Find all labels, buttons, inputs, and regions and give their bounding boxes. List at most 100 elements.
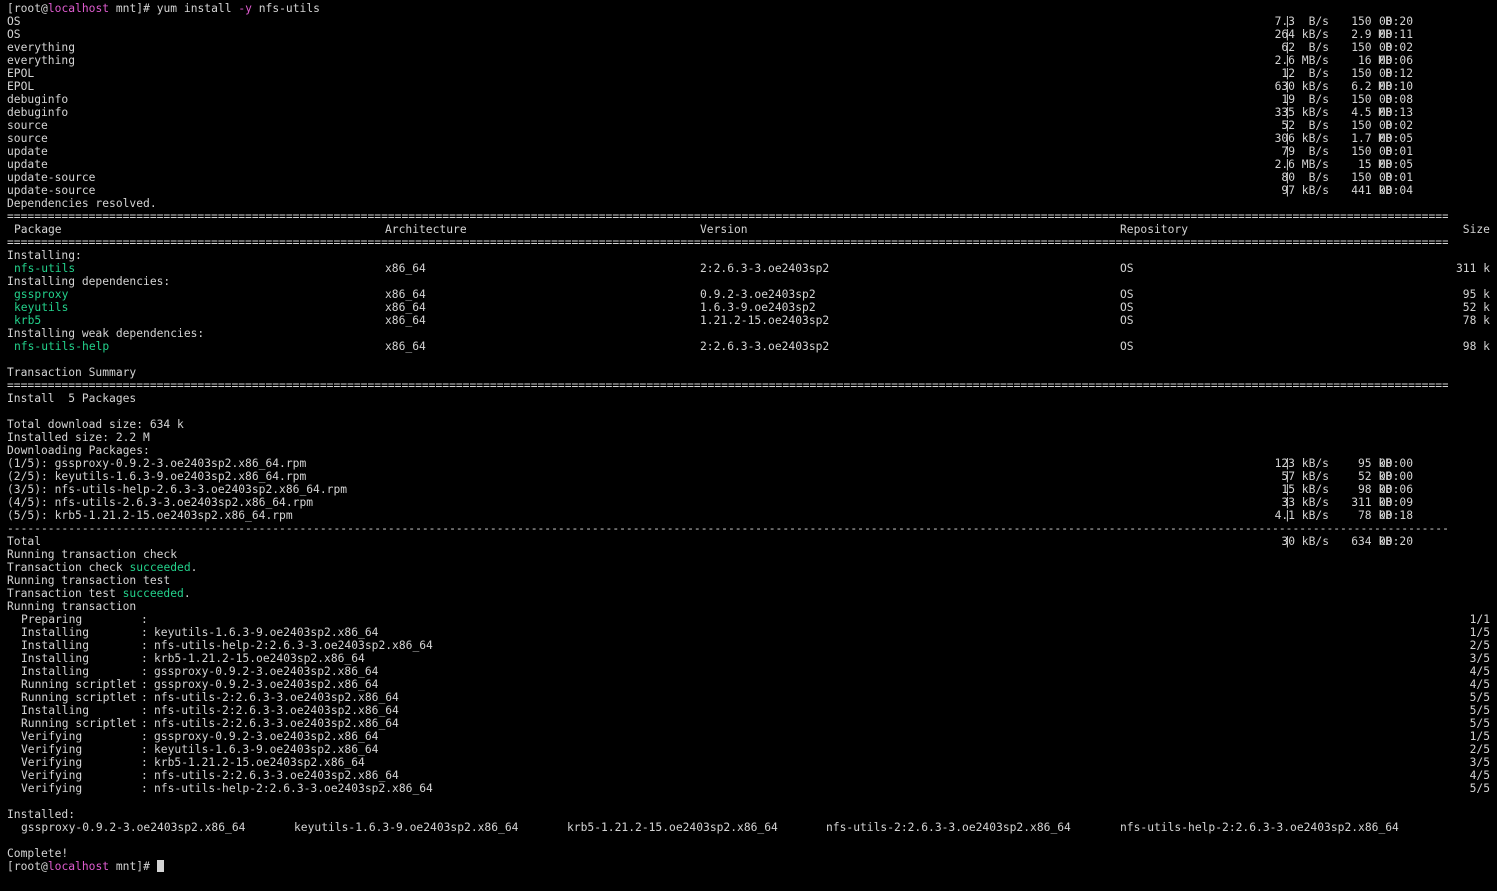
installed-package: krb5-1.21.2-15.oe2403sp2.x86_64 xyxy=(567,821,778,834)
step-progress: 4/5 xyxy=(1469,769,1490,782)
table-row: krb5 x86_64 1.21.2-15.oe2403sp2 OS 78 k xyxy=(7,314,1497,327)
download-time: 00:18 xyxy=(1379,509,1414,522)
repo-sync-row: debuginfo 19 B/s | 150 B 00:08 xyxy=(7,93,1497,106)
repo-name: OS xyxy=(7,15,21,28)
download-sep: | xyxy=(1284,509,1291,522)
package-version: 1.21.2-15.oe2403sp2 xyxy=(700,314,830,327)
transaction-step: Installing: keyutils-1.6.3-9.oe2403sp2.x8… xyxy=(7,626,1497,639)
complete-line: Complete! xyxy=(7,847,1497,860)
download-name: (4/5): nfs-utils-2.6.3-3.oe2403sp2.x86_6… xyxy=(7,496,314,509)
transaction-step: Verifying: krb5-1.21.2-15.oe2403sp2.x86_6… xyxy=(7,756,1497,769)
step-action: Running scriptlet xyxy=(21,717,137,730)
repo-name: update xyxy=(7,145,48,158)
installed-package: nfs-utils-help-2:2.6.3-3.oe2403sp2.x86_6… xyxy=(1120,821,1399,834)
transaction-step: Installing: nfs-utils-help-2:2.6.3-3.oe24… xyxy=(7,639,1497,652)
repo-rate: 335 kB/s xyxy=(1274,106,1329,119)
package-version: 2:2.6.3-3.oe2403sp2 xyxy=(700,262,830,275)
step-colon: : xyxy=(141,639,148,652)
step-action: Running scriptlet xyxy=(21,691,137,704)
repo-sep: | xyxy=(1284,54,1291,67)
download-total-row: Total 30 kB/s | 634 kB 00:20 xyxy=(7,535,1497,548)
repo-time: 00:01 xyxy=(1379,171,1414,184)
repo-name: source xyxy=(7,119,48,132)
transaction-step: Installing: nfs-utils-2:2.6.3-3.oe2403sp2… xyxy=(7,704,1497,717)
test-result-prefix: Transaction test xyxy=(7,587,123,600)
step-package: nfs-utils-2:2.6.3-3.oe2403sp2.x86_64 xyxy=(154,769,399,782)
package-version: 1.6.3-9.oe2403sp2 xyxy=(700,301,816,314)
repo-time: 00:05 xyxy=(1379,158,1414,171)
repo-sep: | xyxy=(1284,67,1291,80)
download-rule-rule: ----------------------------------------… xyxy=(7,522,1448,535)
repo-name: update xyxy=(7,158,48,171)
package-version: 2:2.6.3-3.oe2403sp2 xyxy=(700,340,830,353)
download-name: (2/5): keyutils-1.6.3-9.oe2403sp2.x86_64… xyxy=(7,470,307,483)
repo-time: 00:10 xyxy=(1379,80,1414,93)
table-row: gssproxy x86_64 0.9.2-3.oe2403sp2 OS 95 k xyxy=(7,288,1497,301)
package-repo: OS xyxy=(1120,262,1134,275)
table-section-title: Installing dependencies: xyxy=(7,275,1497,288)
step-package: krb5-1.21.2-15.oe2403sp2.x86_64 xyxy=(154,756,365,769)
package-name: keyutils xyxy=(14,301,69,314)
repo-sync-row: debuginfo 335 kB/s | 4.5 MB 00:13 xyxy=(7,106,1497,119)
step-action: Verifying xyxy=(21,769,83,782)
repo-name: everything xyxy=(7,41,76,54)
step-colon: : xyxy=(141,613,148,626)
step-progress: 3/5 xyxy=(1469,756,1490,769)
installed-size-line: Installed size: 2.2 M xyxy=(7,431,1497,444)
package-version: 0.9.2-3.oe2403sp2 xyxy=(700,288,816,301)
repo-sep: | xyxy=(1284,158,1291,171)
prompt-host: localhost xyxy=(47,860,110,873)
repo-name: source xyxy=(7,132,48,145)
repo-rate: 2.6 MB/s xyxy=(1274,158,1329,171)
transaction-step: Verifying: gssproxy-0.9.2-3.oe2403sp2.x86… xyxy=(7,730,1497,743)
download-rule: ----------------------------------------… xyxy=(7,522,1497,535)
package-size: 95 k xyxy=(1462,288,1490,301)
install-count-line: Install 5 Packages xyxy=(7,392,1497,405)
download-sep: | xyxy=(1284,457,1291,470)
package-repo: OS xyxy=(1120,314,1134,327)
package-arch: x86_64 xyxy=(385,288,426,301)
transaction-step: Running scriptlet: nfs-utils-2:2.6.3-3.oe… xyxy=(7,717,1497,730)
package-size: 78 k xyxy=(1462,314,1490,327)
header-package: Package xyxy=(14,223,62,236)
step-action: Installing xyxy=(21,704,90,717)
repo-sync-row: update 2.6 MB/s | 15 MB 00:05 xyxy=(7,158,1497,171)
transaction-step: Preparing: 1/1 xyxy=(7,613,1497,626)
step-package: nfs-utils-2:2.6.3-3.oe2403sp2.x86_64 xyxy=(154,717,399,730)
running-transaction: Running transaction xyxy=(7,600,137,613)
step-package: keyutils-1.6.3-9.oe2403sp2.x86_64 xyxy=(154,743,379,756)
download-rate: 123 kB/s xyxy=(1274,457,1329,470)
terminal-window[interactable]: [root@localhost mnt]# yum install -y nfs… xyxy=(0,0,1497,891)
step-progress: 2/5 xyxy=(1469,743,1490,756)
installed-package: keyutils-1.6.3-9.oe2403sp2.x86_64 xyxy=(294,821,519,834)
step-action: Installing xyxy=(21,665,90,678)
command-target: nfs-utils xyxy=(251,2,320,15)
package-size: 311 k xyxy=(1455,262,1490,275)
step-package: krb5-1.21.2-15.oe2403sp2.x86_64 xyxy=(154,652,365,665)
package-name: nfs-utils-help xyxy=(14,340,110,353)
download-row: (3/5): nfs-utils-help-2.6.3-3.oe2403sp2.… xyxy=(7,483,1497,496)
repo-rate: 7.3 B/s xyxy=(1274,15,1329,28)
check-succeeded: succeeded xyxy=(129,561,191,574)
repo-sep: | xyxy=(1284,132,1291,145)
repo-sep: | xyxy=(1284,80,1291,93)
package-name: gssproxy xyxy=(14,288,69,301)
header-version: Version xyxy=(700,223,748,236)
repo-time: 00:20 xyxy=(1379,15,1414,28)
step-colon: : xyxy=(141,769,148,782)
step-action: Verifying xyxy=(21,730,83,743)
download-row: (2/5): keyutils-1.6.3-9.oe2403sp2.x86_64… xyxy=(7,470,1497,483)
download-row: (1/5): gssproxy-0.9.2-3.oe2403sp2.x86_64… xyxy=(7,457,1497,470)
repo-name: EPOL xyxy=(7,80,35,93)
deps-resolved-line: Dependencies resolved. xyxy=(7,197,1497,210)
repo-name: EPOL xyxy=(7,67,35,80)
step-package: nfs-utils-2:2.6.3-3.oe2403sp2.x86_64 xyxy=(154,704,399,717)
summary-title: Transaction Summary xyxy=(7,366,137,379)
transaction-test-line: Running transaction test xyxy=(7,574,1497,587)
download-sep: | xyxy=(1284,470,1291,483)
step-colon: : xyxy=(141,678,148,691)
command-base: yum install xyxy=(156,2,239,15)
table-section-title: Installing: xyxy=(7,249,1497,262)
table-header: Package Architecture Version Repository Size xyxy=(7,223,1497,236)
